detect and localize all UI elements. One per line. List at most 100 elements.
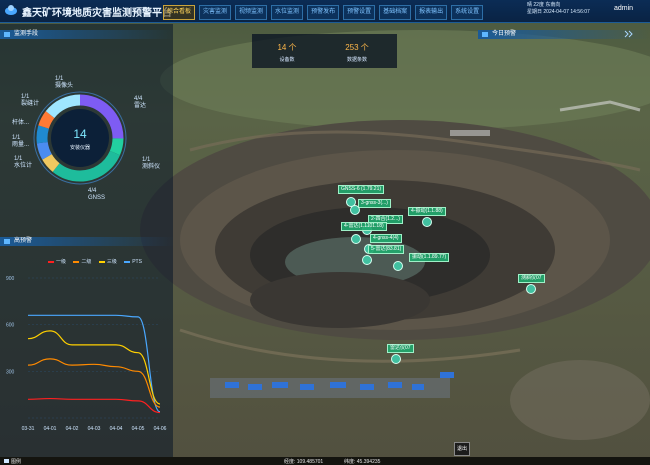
panel-header-icon — [4, 32, 10, 37]
map-marker-label[interactable]: 5-雷达(83.81) — [368, 245, 405, 254]
device-name: 测斜仪 — [142, 164, 161, 170]
x-tick-label: 04-03 — [88, 426, 101, 432]
legend-swatch — [73, 260, 80, 263]
device-count: 1/1 — [12, 135, 21, 141]
device-label-gnss: 4/4 GNSS — [88, 188, 105, 202]
legend-swatch — [98, 260, 105, 263]
user-name[interactable]: admin — [614, 5, 633, 12]
map-marker-label[interactable]: 雷达仪07 — [387, 344, 414, 353]
longitude-readout: 经度: 109.485701 — [284, 459, 324, 465]
x-tick-label: 04-01 — [44, 426, 57, 432]
device-name: 雨量... — [12, 142, 30, 148]
datetime-text: 星期日 2024-04-07 14:56:07 — [527, 9, 590, 15]
tab-basic-archive[interactable]: 基础档案 — [379, 5, 412, 20]
y-tick-label: 600 — [6, 323, 15, 329]
logo-icon — [5, 5, 17, 15]
device-name: 裂缝计 — [21, 101, 40, 107]
series-line-2 — [27, 330, 161, 405]
device-count: 1/1 — [21, 94, 30, 100]
map-pin-icon[interactable] — [393, 261, 403, 271]
tab-disaster-monitor[interactable]: 灾害监测 — [199, 5, 232, 20]
map-marker-label[interactable]: 振动(1.1.89.77) — [409, 253, 450, 262]
x-tick-label: 03-31 — [22, 426, 35, 432]
legend-label: PTS — [132, 259, 142, 265]
map-marker-label[interactable]: 4-雷达(1.1101.18) — [341, 222, 387, 231]
today-alert-title: 今日预警 — [492, 31, 517, 37]
map-pin-icon[interactable] — [391, 354, 401, 364]
legend-swatch — [48, 260, 54, 263]
device-name: 雷达 — [134, 103, 147, 109]
tab-video-monitor[interactable]: 视频监测 — [235, 5, 268, 20]
map-marker-label[interactable]: 3-gnss-3(...) — [358, 199, 391, 208]
map-pin-icon[interactable] — [350, 205, 360, 215]
map-marker-label[interactable]: 4-gnss-4(4) — [370, 234, 402, 243]
legend-toggle[interactable]: 图例 — [4, 458, 21, 465]
panel-header-icon — [4, 239, 10, 244]
map-pin-icon[interactable] — [351, 234, 361, 244]
legend-label: 三级 — [106, 259, 117, 265]
device-count-value: 14 个 — [277, 43, 297, 52]
device-label-rod: 杆体... — [12, 120, 30, 126]
panel-header-icon — [482, 32, 488, 37]
chart-legend: 一级 二级 三级 PTS — [48, 258, 148, 265]
map-marker-label[interactable]: 测斜仪07 — [518, 274, 545, 283]
device-name: 摄像头 — [55, 83, 74, 89]
device-count-label: 设备数 — [279, 57, 295, 63]
latitude-readout: 纬度: 45.394235 — [344, 459, 381, 465]
main-nav: 综合看板 灾害监测 视频监测 水位监测 预警发布 预警设置 基础档案 报表输出 … — [163, 5, 484, 20]
weather-text: 晴 22度 东南向 — [527, 2, 561, 8]
alert-line-chart: 900 600 300 03-31 04-01 04-02 04-03 04-04 04-05 0… — [6, 276, 167, 432]
device-count: 1/1 — [142, 157, 151, 163]
map-pin-icon[interactable] — [422, 217, 432, 227]
series-line-1 — [28, 314, 161, 413]
alert-panel-header: 高预警 — [0, 237, 174, 246]
alert-panel-title: 高预警 — [14, 238, 33, 244]
device-count: 4/4 — [134, 96, 143, 102]
device-count: 1/1 — [55, 76, 64, 82]
x-tick-label: 04-04 — [110, 426, 123, 432]
legend-item-3[interactable]: 三级 — [98, 259, 117, 265]
y-tick-label: 300 — [6, 369, 15, 375]
monitor-panel-title: 监测手段 — [14, 31, 39, 37]
map-marker-label[interactable]: GNSS-6 (1.79.21) — [338, 185, 385, 194]
device-label-water: 1/1 水位计 — [14, 156, 32, 170]
device-label-crack: 1/1 裂缝计 — [21, 94, 39, 108]
tab-alert-publish[interactable]: 预警发布 — [307, 5, 340, 20]
tab-alert-settings[interactable]: 预警设置 — [343, 5, 376, 20]
double-chevron-icon[interactable] — [624, 29, 634, 39]
tab-water-level[interactable]: 水位监测 — [271, 5, 304, 20]
device-count: 1/1 — [14, 156, 23, 162]
device-label-camera: 1/1 摄像头 — [55, 76, 73, 90]
x-tick-label: 04-02 — [66, 426, 79, 432]
donut-center-value: 14 — [73, 127, 87, 141]
map-marker-label[interactable]: 4-振动(1.1.88) — [408, 207, 446, 216]
record-count-value: 253 个 — [345, 43, 369, 52]
legend-swatch — [124, 260, 131, 263]
device-label-rain: 1/1 雨量... — [12, 135, 29, 149]
legend-item-1[interactable]: 一级 — [48, 259, 66, 265]
legend-item-2[interactable]: 二级 — [73, 259, 91, 265]
device-count: 4/4 — [88, 188, 97, 194]
legend-toggle-label: 图例 — [11, 459, 22, 465]
legend-item-4[interactable]: PTS — [124, 259, 142, 265]
device-name: GNSS — [88, 195, 106, 201]
legend-label: 一级 — [56, 259, 67, 265]
top-bar: 鑫天矿环境地质灾害监测预警平台 综合看板 灾害监测 视频监测 水位监测 预警发布… — [0, 0, 650, 23]
device-label-radar: 4/4 雷达 — [134, 96, 146, 110]
device-donut-chart: 14 安装仪器 — [33, 91, 127, 185]
legend-label: 二级 — [81, 259, 92, 265]
map-pin-icon[interactable] — [362, 255, 372, 265]
y-tick-label: 900 — [6, 276, 15, 282]
record-count-label: 数据条数 — [346, 57, 367, 63]
weather-datetime: 晴 22度 东南向 星期日 2024-04-07 14:56:07 — [527, 2, 590, 16]
tab-dashboard[interactable]: 综合看板 — [163, 5, 196, 20]
status-bar: 图例 经度: 109.485701 纬度: 45.394235 — [0, 457, 650, 465]
exit-button[interactable]: 退出 — [454, 442, 470, 456]
map-pin-icon[interactable] — [526, 284, 536, 294]
app-title: 鑫天矿环境地质灾害监测预警平台 — [22, 8, 172, 19]
legend-icon — [4, 459, 9, 463]
series-line-3 — [27, 397, 161, 414]
tab-system-settings[interactable]: 系统设置 — [451, 5, 484, 20]
monitor-panel-header: 监测手段 — [0, 30, 174, 39]
tab-report-output[interactable]: 报表输出 — [415, 5, 448, 20]
